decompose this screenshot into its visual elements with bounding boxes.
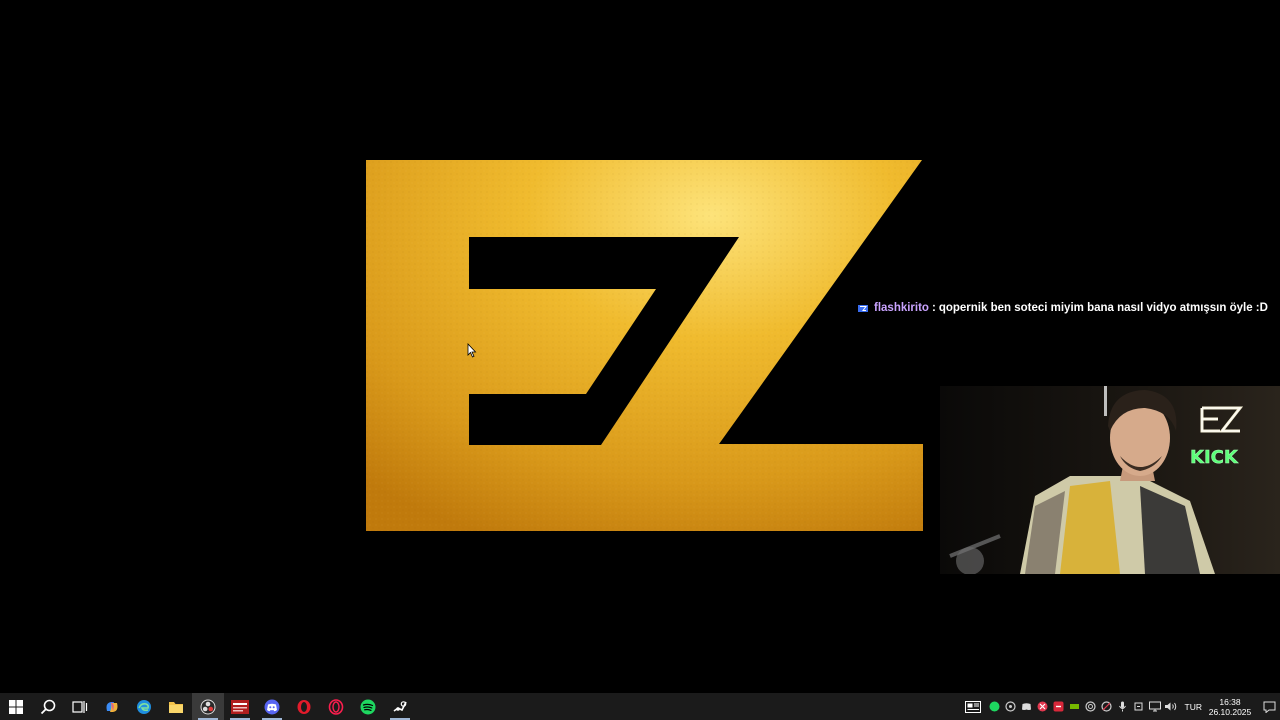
steam-tray-icon — [1005, 701, 1016, 712]
tray-app-red[interactable] — [1035, 693, 1051, 720]
tray-microphone[interactable] — [1115, 693, 1131, 720]
chat-separator: : — [931, 302, 936, 314]
spotify-tray-icon — [989, 701, 1000, 712]
opera-icon — [297, 699, 311, 714]
task-view-button[interactable] — [64, 693, 96, 720]
tray-steam[interactable] — [1003, 693, 1019, 720]
chat-text: qopernik ben soteci miyim bana nasıl vid… — [938, 302, 1268, 314]
opera-gx-button[interactable] — [320, 693, 352, 720]
tray-app-red2[interactable] — [1051, 693, 1067, 720]
tray-location[interactable] — [1131, 693, 1147, 720]
ez-badge-icon — [858, 304, 868, 312]
tray-spotify[interactable] — [987, 693, 1003, 720]
webcam-feed: KICK — [940, 386, 1280, 574]
chat-message: flashkirito : qopernik ben soteci miyim … — [858, 299, 1268, 317]
opera-gx-icon — [328, 698, 344, 715]
opera-button[interactable] — [288, 693, 320, 720]
ez-gold-logo — [366, 160, 923, 531]
clock-time: 16:38 — [1219, 696, 1241, 707]
input-language[interactable]: TUR — [1185, 702, 1202, 712]
spotify-button[interactable] — [352, 693, 384, 720]
news-icon — [964, 700, 981, 713]
tray-app-crossed[interactable] — [1099, 693, 1115, 720]
network-icon — [1148, 701, 1161, 712]
volume-icon — [1165, 702, 1177, 711]
edge-button[interactable] — [128, 693, 160, 720]
tray-volume[interactable] — [1163, 693, 1179, 720]
tray-nvidia[interactable] — [1067, 693, 1083, 720]
crossed-tray-icon — [1101, 701, 1112, 712]
clock[interactable]: 16:38 26.10.2025 — [1208, 697, 1252, 717]
tray-discord[interactable] — [1019, 693, 1035, 720]
discord-button[interactable] — [256, 693, 288, 720]
tray-app-circle[interactable] — [1083, 693, 1099, 720]
discord-icon — [264, 699, 280, 714]
nvidia-tray-icon — [1070, 704, 1080, 709]
search-button[interactable] — [32, 693, 64, 720]
windows-logo-icon — [9, 699, 23, 714]
red-app-tray-icon — [1037, 701, 1048, 712]
edge-icon — [137, 699, 151, 714]
chat-username: flashkirito — [874, 302, 929, 314]
taskbar: TUR 16:38 26.10.2025 — [0, 693, 1280, 720]
steam-icon — [393, 700, 407, 712]
voicemeeter-button[interactable] — [224, 693, 256, 720]
voicemeeter-icon — [231, 699, 249, 714]
search-icon — [40, 699, 56, 714]
usb-icon — [1134, 702, 1143, 711]
circle-tray-icon — [1085, 701, 1096, 712]
kick-label: KICK — [1190, 447, 1239, 468]
copilot-icon — [106, 701, 118, 712]
desktop: flashkirito : qopernik ben soteci miyim … — [0, 0, 1280, 693]
clock-date: 26.10.2025 — [1208, 706, 1252, 717]
tray-network[interactable] — [1147, 693, 1163, 720]
red-square-tray-icon — [1053, 701, 1064, 712]
steam-button[interactable] — [384, 693, 416, 720]
obs-button[interactable] — [192, 693, 224, 720]
copilot-button[interactable] — [96, 693, 128, 720]
spotify-icon — [360, 699, 376, 714]
task-view-icon — [72, 700, 88, 713]
obs-icon — [200, 699, 216, 714]
start-button[interactable] — [0, 693, 32, 720]
microphone-icon — [1119, 701, 1126, 712]
news-widget-button[interactable] — [959, 693, 987, 720]
file-explorer-button[interactable] — [160, 693, 192, 720]
notification-icon — [1263, 701, 1275, 713]
notification-center-button[interactable] — [1258, 693, 1280, 720]
folder-icon — [169, 701, 183, 713]
mouse-cursor-icon — [467, 343, 477, 358]
webcam-overlay: KICK — [940, 386, 1280, 574]
system-tray: TUR 16:38 26.10.2025 — [959, 693, 1280, 720]
discord-tray-icon — [1022, 703, 1032, 710]
